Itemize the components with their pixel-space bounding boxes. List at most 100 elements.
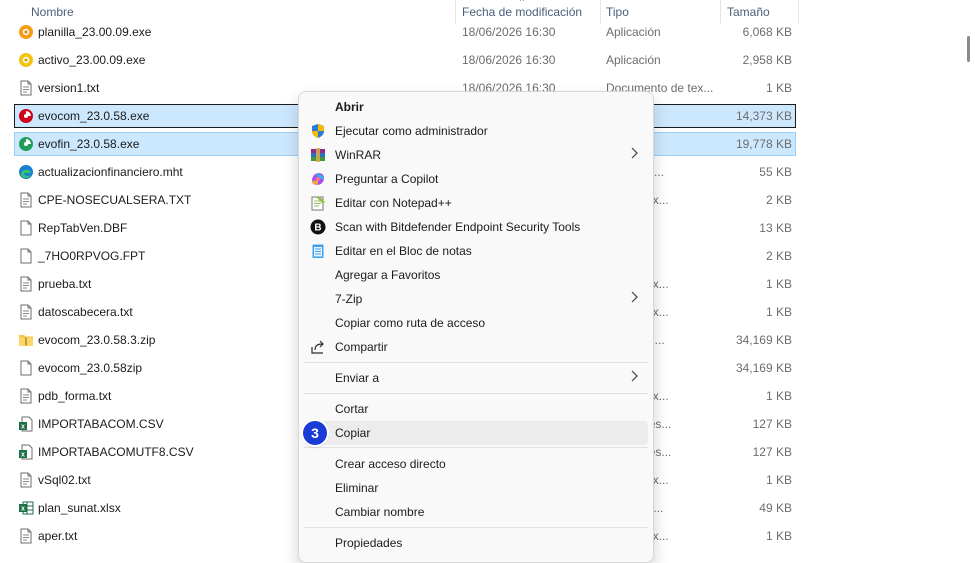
app-yellow-icon bbox=[18, 52, 34, 68]
column-type[interactable]: Tipo bbox=[606, 5, 629, 19]
menu-item-label: Compartir bbox=[335, 340, 388, 354]
menu-item-cortar[interactable]: Cortar bbox=[304, 397, 648, 421]
file-date: 18/06/2026 16:30 bbox=[462, 53, 556, 67]
menu-item-ejecutar-como-administrador[interactable]: Ejecutar como administrador bbox=[304, 119, 648, 143]
file-name: evocom_23.0.58.3.zip bbox=[38, 333, 156, 347]
app-red-icon bbox=[18, 108, 34, 124]
menu-item-crear-acceso-directo[interactable]: Crear acceso directo bbox=[304, 452, 648, 476]
menu-item-eliminar[interactable]: Eliminar bbox=[304, 476, 648, 500]
text-file-icon bbox=[18, 192, 34, 208]
file-name: pdb_forma.txt bbox=[38, 389, 112, 403]
text-file-icon bbox=[18, 388, 34, 404]
file-name: version1.txt bbox=[38, 81, 100, 95]
menu-item-cambiar-nombre[interactable]: Cambiar nombre bbox=[304, 500, 648, 524]
menu-item-label: Eliminar bbox=[335, 481, 379, 495]
text-file-icon bbox=[18, 276, 34, 292]
menu-item-label: 7-Zip bbox=[335, 292, 363, 306]
file-name: CPE-NOSECUALSERA.TXT bbox=[38, 193, 192, 207]
vertical-scrollbar[interactable] bbox=[964, 0, 975, 550]
file-name: evocom_23.0.58zip bbox=[38, 361, 143, 375]
text-file-icon bbox=[18, 304, 34, 320]
column-size[interactable]: Tamaño bbox=[727, 5, 770, 19]
notepadpp-icon bbox=[310, 195, 326, 211]
file-name: actualizacionfinanciero.mht bbox=[38, 165, 183, 179]
file-size: 2 KB bbox=[765, 193, 792, 207]
app-orange-icon bbox=[18, 24, 34, 40]
file-size: 1 KB bbox=[765, 473, 792, 487]
column-date[interactable]: Fecha de modificación bbox=[462, 5, 582, 19]
excel-csv-icon: x bbox=[18, 444, 34, 460]
file-size: 19,778 KB bbox=[735, 137, 792, 151]
menu-item-editar-en-el-bloc-de-notas[interactable]: Editar en el Bloc de notas bbox=[304, 239, 648, 263]
file-type: Aplicación bbox=[606, 25, 661, 39]
menu-item-scan-with-bitdefender-endpoint-security-tools[interactable]: B Scan with Bitdefender Endpoint Security… bbox=[304, 215, 648, 239]
menu-item-copiar[interactable]: Copiar bbox=[304, 421, 648, 445]
file-name: evofin_23.0.58.exe bbox=[38, 137, 140, 151]
share-icon bbox=[310, 339, 326, 355]
file-name: RepTabVen.DBF bbox=[38, 221, 128, 235]
menu-item-preguntar-a-copilot[interactable]: Preguntar a Copilot bbox=[304, 167, 648, 191]
svg-text:B: B bbox=[314, 223, 321, 234]
file-size: 34,169 KB bbox=[735, 361, 792, 375]
scrollbar-thumb[interactable] bbox=[967, 36, 970, 62]
menu-item-label: Copiar bbox=[335, 426, 371, 440]
menu-item-label: Copiar como ruta de acceso bbox=[335, 316, 486, 330]
menu-item-label: Editar con Notepad++ bbox=[335, 196, 452, 210]
winrar-icon bbox=[310, 147, 326, 163]
blank-file-icon bbox=[18, 360, 34, 376]
file-row[interactable]: activo_23.00.09.exe 18/06/2026 16:30 Aplic… bbox=[14, 48, 796, 72]
file-size: 55 KB bbox=[759, 165, 792, 179]
text-file-icon bbox=[18, 472, 34, 488]
menu-item-label: Propiedades bbox=[335, 536, 403, 550]
menu-item-label: Agregar a Favoritos bbox=[335, 268, 441, 282]
file-name: vSql02.txt bbox=[38, 473, 91, 487]
menu-separator bbox=[304, 393, 648, 394]
menu-item-7-zip[interactable]: 7-Zip bbox=[304, 287, 648, 311]
zip-folder-icon bbox=[18, 332, 34, 348]
menu-item-abrir[interactable]: Abrir bbox=[304, 95, 648, 119]
column-divider[interactable] bbox=[798, 0, 799, 24]
menu-item-compartir[interactable]: Compartir bbox=[304, 335, 648, 359]
file-name: planilla_23.00.09.exe bbox=[38, 25, 152, 39]
file-size: 2 KB bbox=[765, 249, 792, 263]
bitdefender-icon: B bbox=[310, 219, 326, 235]
menu-item-label: Editar en el Bloc de notas bbox=[335, 244, 472, 258]
svg-text:x: x bbox=[21, 506, 25, 513]
menu-item-label: Ejecutar como administrador bbox=[335, 124, 488, 138]
file-size: 1 KB bbox=[765, 529, 792, 543]
file-name: IMPORTABACOMUTF8.CSV bbox=[38, 445, 194, 459]
file-size: 1 KB bbox=[765, 277, 792, 291]
file-name: aper.txt bbox=[38, 529, 78, 543]
file-row[interactable]: planilla_23.00.09.exe 18/06/2026 16:30 Apl… bbox=[14, 20, 796, 44]
file-size: 6,068 KB bbox=[742, 25, 792, 39]
menu-item-winrar[interactable]: WinRAR bbox=[304, 143, 648, 167]
menu-separator bbox=[304, 527, 648, 528]
menu-item-editar-con-notepad[interactable]: Editar con Notepad++ bbox=[304, 191, 648, 215]
file-name: plan_sunat.xlsx bbox=[38, 501, 121, 515]
column-name[interactable]: Nombre bbox=[31, 5, 74, 19]
file-size: 49 KB bbox=[759, 501, 792, 515]
file-name: _7HO0RPVOG.FPT bbox=[38, 249, 146, 263]
excel-csv-icon: x bbox=[18, 416, 34, 432]
menu-separator bbox=[304, 362, 648, 363]
menu-item-propiedades[interactable]: Propiedades bbox=[304, 531, 648, 555]
menu-item-label: Scan with Bitdefender Endpoint Security … bbox=[335, 220, 581, 234]
svg-text:x: x bbox=[21, 452, 25, 459]
file-size: 2,958 KB bbox=[742, 53, 792, 67]
chevron-right-icon bbox=[631, 291, 638, 303]
menu-item-copiar-como-ruta-de-acceso[interactable]: Copiar como ruta de acceso bbox=[304, 311, 648, 335]
blank-file-icon bbox=[18, 220, 34, 236]
menu-item-label: Enviar a bbox=[335, 371, 380, 385]
menu-separator bbox=[304, 447, 648, 448]
blank-file-icon bbox=[18, 248, 34, 264]
step-badge: 3 bbox=[303, 421, 327, 445]
menu-item-enviar-a[interactable]: Enviar a bbox=[304, 366, 648, 390]
menu-item-agregar-a-favoritos[interactable]: Agregar a Favoritos bbox=[304, 263, 648, 287]
file-size: 1 KB bbox=[765, 305, 792, 319]
menu-item-label: WinRAR bbox=[335, 148, 382, 162]
chevron-right-icon bbox=[631, 370, 638, 382]
file-size: 127 KB bbox=[752, 445, 792, 459]
chevron-right-icon bbox=[631, 147, 638, 159]
file-name: datoscabecera.txt bbox=[38, 305, 133, 319]
copilot-icon bbox=[310, 171, 326, 187]
